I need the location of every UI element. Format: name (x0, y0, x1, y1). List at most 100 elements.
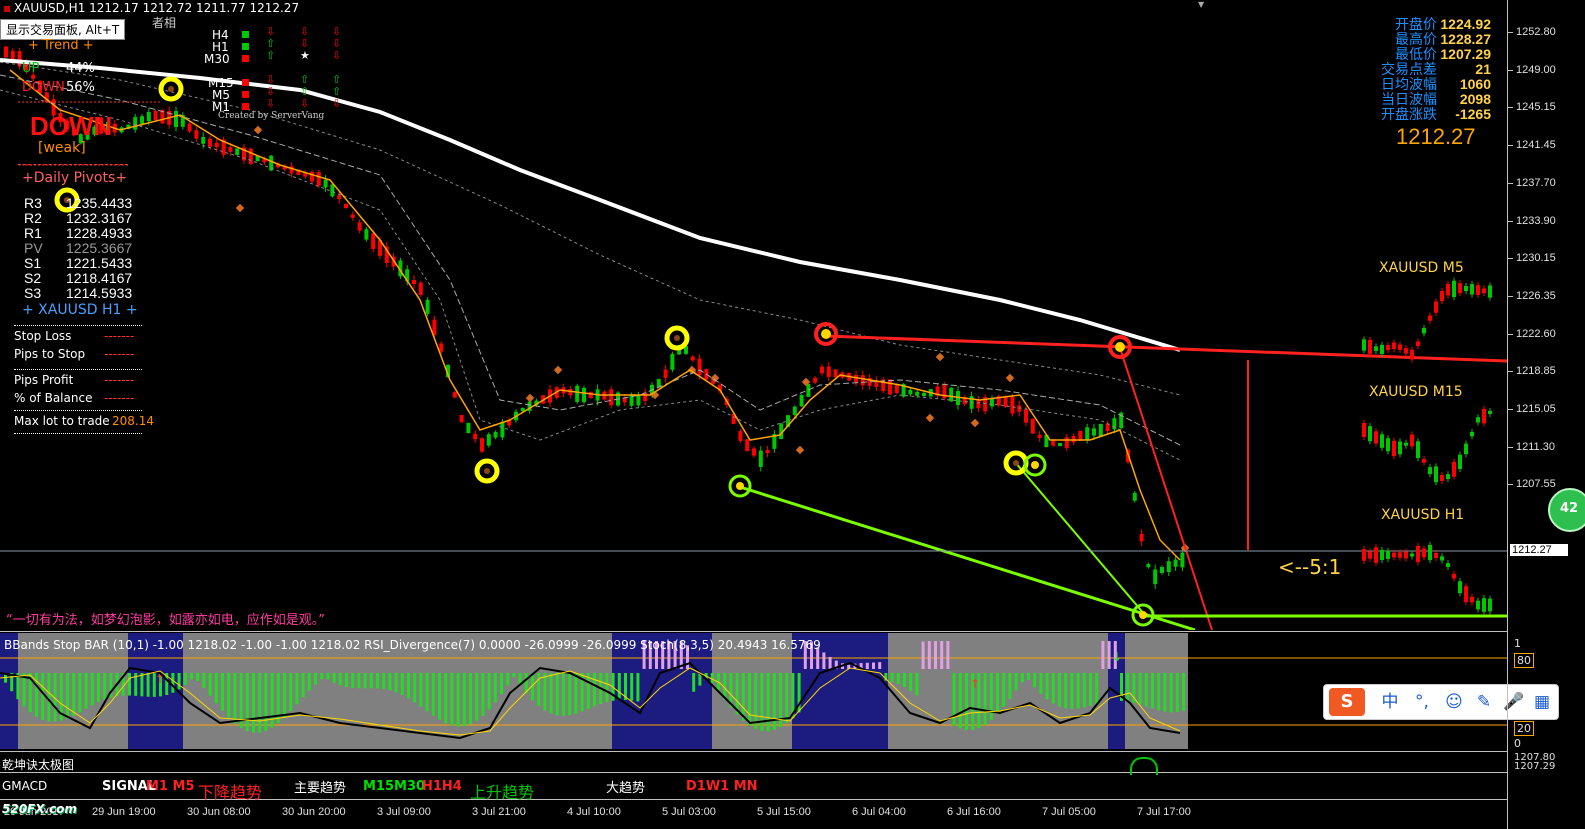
histogram-bar-negative (301, 673, 305, 698)
mini-candle-body (1392, 342, 1396, 350)
axis-tick (1508, 409, 1513, 410)
trade-panel-tooltip[interactable]: 显示交易面板, Alt+T (0, 19, 126, 40)
stop-loss-value[interactable]: ------- (104, 329, 134, 343)
histogram-bar-negative (320, 673, 324, 680)
signal-dot (1031, 461, 1039, 469)
histogram-bar-negative (890, 673, 894, 682)
signal-dot (1013, 460, 1019, 466)
stat-value: 21 (1475, 61, 1491, 77)
histogram-bar-negative (903, 673, 906, 688)
green-support-line (739, 485, 1196, 630)
price-tick-label: 1245.15 (1516, 101, 1556, 114)
signal-markers (54, 76, 1155, 627)
max-lot-label: Max lot to trade (14, 414, 110, 428)
date-tick-label: 3 Jul 21:00 (472, 806, 526, 818)
histogram-bar-negative (1045, 673, 1049, 700)
histogram-bar-negative (493, 673, 497, 703)
axis-tick (1508, 107, 1513, 109)
axis-tick (1508, 69, 1513, 71)
histogram-bar-negative (1020, 673, 1024, 683)
candle-body (765, 450, 770, 454)
pen-icon[interactable]: ✎ (1470, 688, 1498, 716)
histogram-bar-positive (946, 641, 950, 669)
histogram-bar-negative (586, 673, 590, 709)
trend-strength: [weak] (38, 140, 86, 156)
histogram-bar-negative (264, 673, 268, 731)
pivot-row: PV 1225.3667 (24, 240, 132, 256)
histogram-bar-negative (1014, 673, 1018, 691)
histogram-bar-negative (983, 673, 987, 725)
histogram-bar-negative (413, 673, 417, 703)
histogram-bar-negative (1064, 673, 1068, 709)
histogram-bar-negative (208, 673, 212, 696)
candle-body (337, 195, 342, 200)
mini-candle-body (1374, 547, 1378, 563)
mini-candle-body (1410, 349, 1414, 360)
mini-candle-body (1464, 443, 1468, 455)
pivot-value: 1214.5933 (66, 285, 133, 301)
histogram-bar-negative (394, 673, 398, 693)
histogram-bar-negative (593, 673, 596, 707)
candle-body (820, 366, 824, 374)
chinese-mode-icon[interactable]: 中 (1376, 688, 1404, 716)
punctuation-icon[interactable]: °, (1408, 688, 1436, 716)
sogou-logo-icon[interactable]: S (1329, 688, 1365, 716)
histogram-bar-positive (927, 641, 931, 669)
histogram-bar-negative (462, 673, 466, 727)
candle-body (806, 383, 811, 397)
tf-status-square (242, 91, 249, 98)
candle-body (1030, 418, 1035, 434)
mini-candle-body (1482, 288, 1486, 294)
stat-label: 开盘涨跌 (1381, 107, 1437, 123)
histogram-bar-negative (766, 673, 770, 732)
histogram-bar-negative (996, 673, 999, 715)
histogram-bar-negative (605, 673, 609, 703)
axis-tick (1508, 446, 1513, 448)
trend-signal: DOWN (30, 111, 113, 141)
stat-value: 1207.29 (1440, 46, 1491, 62)
pivot-row: R1 1228.4933 (24, 225, 132, 241)
histogram-bar-negative (481, 673, 485, 716)
chevron-down-icon: ▼ (1198, 0, 1205, 9)
histogram-bar-negative (500, 673, 503, 695)
mini-candle-body (1470, 596, 1474, 603)
pivot-value: 1225.3667 (66, 240, 133, 256)
candle-body (466, 422, 471, 434)
histogram-bar-negative (283, 673, 286, 718)
mini-candle-body (1404, 348, 1408, 354)
date-tick-label: 30 Jun 20:00 (282, 806, 346, 818)
candle-body (1139, 533, 1144, 542)
histogram-bar-negative (307, 673, 311, 691)
candle-body (1146, 564, 1151, 568)
histogram-bar-negative (555, 673, 559, 716)
axis-tick (1508, 182, 1513, 184)
histogram-bar-negative (84, 673, 88, 709)
emoji-icon[interactable]: ☺ (1440, 688, 1468, 716)
price-tick-label: 1211.30 (1516, 440, 1555, 453)
histogram-bar-negative (345, 673, 348, 687)
balance-value[interactable]: ------- (104, 391, 134, 405)
histogram-bar-negative (1033, 673, 1037, 688)
stat-value: 2098 (1459, 91, 1491, 107)
gmacd-label: GMACD (2, 779, 48, 793)
histogram-bar-negative (469, 673, 472, 725)
candle-body (146, 112, 151, 122)
price-tick-label: 1207.55 (1516, 478, 1556, 491)
candlestick-series (4, 45, 1190, 590)
histogram-bar-negative (258, 673, 262, 733)
candle-body (486, 434, 491, 446)
taiji-circle-icon (1130, 757, 1158, 775)
pivot-value: 1228.4933 (66, 225, 133, 241)
histogram-bar-negative (617, 673, 621, 701)
histogram-bar-negative (506, 673, 510, 686)
divider (14, 410, 142, 411)
divider (14, 369, 142, 370)
date-tick-label: 30 Jun 08:00 (187, 806, 251, 818)
signal-dot (168, 86, 174, 92)
mini-candle-body (1482, 408, 1486, 424)
histogram-bar-negative (896, 673, 900, 685)
price-tick-label: 1233.90 (1516, 214, 1556, 227)
pivot-row: R2 1232.3167 (24, 210, 132, 226)
fractal-diamond-icon (553, 365, 563, 375)
candle-body (480, 438, 484, 452)
